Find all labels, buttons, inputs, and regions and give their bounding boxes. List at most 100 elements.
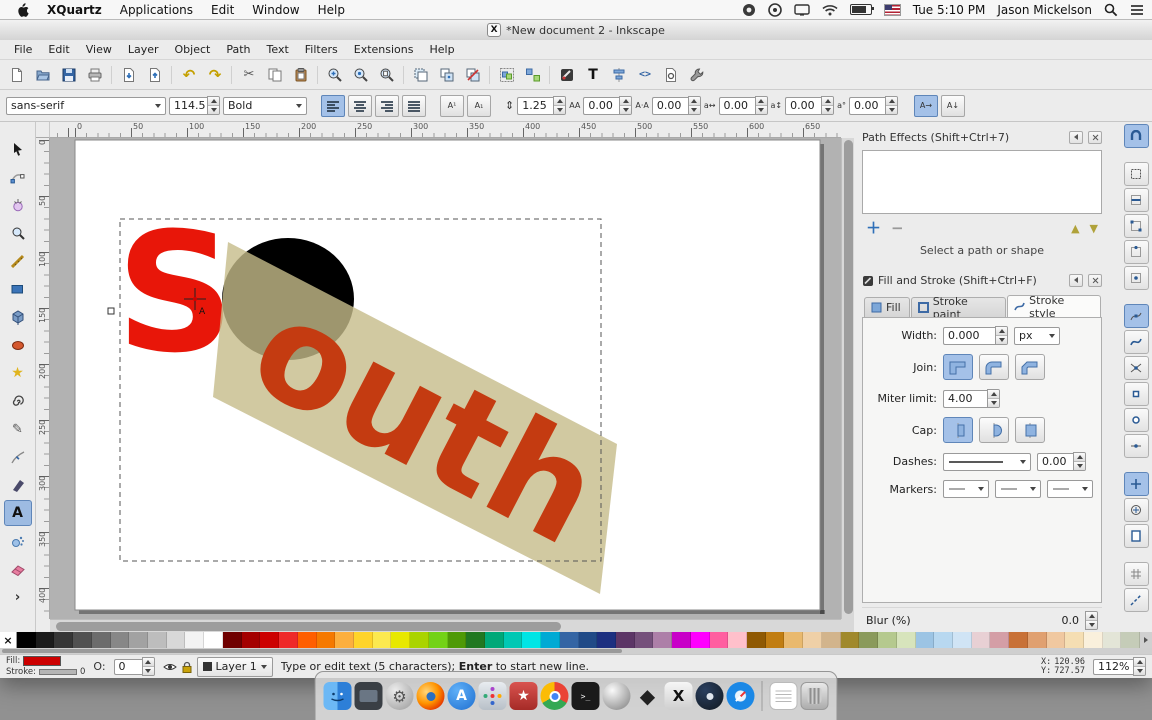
pencil-tool[interactable]: ✎ <box>4 416 32 442</box>
ellipse-tool[interactable] <box>4 332 32 358</box>
safari-dock-icon[interactable] <box>726 682 755 710</box>
trash-dock-icon[interactable] <box>800 682 829 710</box>
menu-item[interactable]: Help <box>421 41 462 58</box>
calligraphy-tool[interactable] <box>4 472 32 498</box>
color-swatch[interactable] <box>148 632 167 648</box>
add-path-effect-button[interactable]: ＋ <box>866 220 881 236</box>
rotation-spinner[interactable]: 0.00 <box>849 96 899 115</box>
color-swatch[interactable] <box>803 632 822 648</box>
more-tools-chevron[interactable]: › <box>4 584 32 610</box>
width-unit-combo[interactable]: px <box>1014 326 1060 345</box>
color-swatch[interactable] <box>503 632 523 648</box>
color-swatch[interactable] <box>896 632 916 648</box>
text-dialog-button[interactable]: T <box>580 62 606 88</box>
align-dialog-button[interactable] <box>606 62 632 88</box>
snap-path-intersections-button[interactable] <box>1123 356 1149 380</box>
measure-tool[interactable] <box>4 248 32 274</box>
vertical-shift-spinner[interactable]: 0.00 <box>785 96 835 115</box>
color-swatch[interactable] <box>204 632 223 648</box>
clone-button[interactable] <box>434 62 460 88</box>
menubar-item-applications[interactable]: Applications <box>111 3 202 17</box>
battery-icon[interactable] <box>849 4 874 15</box>
end-marker-combo[interactable] <box>1047 480 1093 498</box>
gray-sphere-dock-icon[interactable] <box>602 682 631 710</box>
mid-marker-combo[interactable] <box>995 480 1041 498</box>
stroke-width-spinner[interactable]: 0.000 <box>943 326 1008 345</box>
color-swatch[interactable] <box>1102 632 1122 648</box>
color-swatch[interactable] <box>934 632 953 648</box>
word-spacing-spinner[interactable]: 0.00 <box>651 96 701 115</box>
window-titlebar[interactable]: X *New document 2 - Inkscape <box>0 20 1152 41</box>
layer-selector-combo[interactable]: Layer 1 <box>196 656 273 677</box>
text-tool[interactable]: A <box>3 500 32 526</box>
eraser-tool[interactable] <box>4 556 32 582</box>
zoom-in-button[interactable] <box>322 62 348 88</box>
canvas[interactable]: S outh A <box>50 138 841 619</box>
panel-collapse-button[interactable] <box>1069 273 1083 287</box>
palette-scroll-right-button[interactable] <box>1140 632 1152 648</box>
fill-stroke-indicator[interactable]: Fill: Stroke: 0 <box>6 656 85 677</box>
snap-rotation-centers-button[interactable] <box>1123 498 1149 522</box>
tab-stroke-style[interactable]: Stroke style <box>1007 294 1101 320</box>
color-swatch[interactable] <box>484 632 504 648</box>
menu-item[interactable]: View <box>78 41 120 58</box>
align-right-button[interactable] <box>375 94 399 117</box>
color-swatch[interactable] <box>559 632 579 648</box>
blur-spinner[interactable] <box>1085 610 1098 630</box>
color-swatch[interactable] <box>372 632 392 648</box>
save-document-button[interactable] <box>56 62 82 88</box>
color-swatch[interactable] <box>316 632 336 648</box>
rectangle-tool[interactable] <box>4 276 32 302</box>
vertical-scrollbar[interactable] <box>841 138 854 619</box>
chrome-dock-icon[interactable] <box>540 682 569 710</box>
app-store-dock-icon[interactable]: A <box>447 682 476 710</box>
superscript-button[interactable]: A¹ <box>440 94 464 117</box>
color-swatch[interactable] <box>297 632 317 648</box>
display-app-dock-icon[interactable] <box>354 682 383 710</box>
color-swatch[interactable] <box>260 632 280 648</box>
color-swatch[interactable] <box>821 632 841 648</box>
snap-bbox-centers-button[interactable] <box>1123 266 1149 290</box>
menubar-status-icon-2[interactable] <box>767 2 782 17</box>
launchpad-dock-icon[interactable] <box>478 682 507 710</box>
scrollbar-thumb[interactable] <box>844 140 853 614</box>
font-style-combo[interactable]: Bold <box>223 96 307 115</box>
snap-page-border-button[interactable] <box>1123 524 1149 548</box>
color-swatch[interactable] <box>73 632 92 648</box>
fill-stroke-dialog-button[interactable] <box>554 62 580 88</box>
cap-round-button[interactable] <box>979 417 1009 443</box>
menu-item[interactable]: Filters <box>297 41 346 58</box>
start-marker-combo[interactable] <box>943 480 989 498</box>
color-swatch[interactable] <box>1027 632 1047 648</box>
xquartz-dock-icon[interactable]: X <box>664 682 693 710</box>
color-swatch[interactable] <box>728 632 748 648</box>
color-swatch[interactable] <box>1046 632 1066 648</box>
snap-bbox-corners-button[interactable] <box>1123 214 1149 238</box>
color-swatch[interactable] <box>279 632 298 648</box>
color-swatch[interactable] <box>859 632 879 648</box>
finder-dock-icon[interactable] <box>323 682 352 710</box>
cap-square-button[interactable] <box>1015 417 1045 443</box>
opacity-spinner[interactable]: 0 <box>113 657 155 676</box>
color-swatch[interactable] <box>241 632 261 648</box>
no-color-swatch[interactable]: × <box>0 632 17 648</box>
color-swatch[interactable] <box>634 632 654 648</box>
horizontal-ruler[interactable]: 0 50 100 150 200 250 300 350 400 450 500 550 600 650 <box>50 122 841 138</box>
move-effect-down-button[interactable]: ▼ <box>1090 223 1098 234</box>
color-swatch[interactable] <box>971 632 991 648</box>
color-swatch[interactable] <box>578 632 598 648</box>
join-round-button[interactable] <box>979 354 1009 380</box>
spray-tool[interactable] <box>4 528 32 554</box>
menubar-app-name[interactable]: XQuartz <box>38 3 111 17</box>
horizontal-kerning-spinner[interactable]: 0.00 <box>718 96 768 115</box>
menubar-clock[interactable]: Tue 5:10 PM <box>913 3 986 17</box>
vertical-ruler[interactable]: 0 50 100 150 200 250 300 350 400 <box>36 138 50 619</box>
color-swatch[interactable] <box>17 632 36 648</box>
panel-close-button[interactable] <box>1088 273 1102 287</box>
spotlight-icon[interactable] <box>1104 3 1118 17</box>
tab-stroke-paint[interactable]: Stroke paint <box>910 295 1007 321</box>
us-flag-icon[interactable] <box>883 3 901 16</box>
color-swatch[interactable] <box>522 632 542 648</box>
snap-bbox-midpoints-button[interactable] <box>1123 240 1149 264</box>
color-swatch[interactable] <box>54 632 74 648</box>
